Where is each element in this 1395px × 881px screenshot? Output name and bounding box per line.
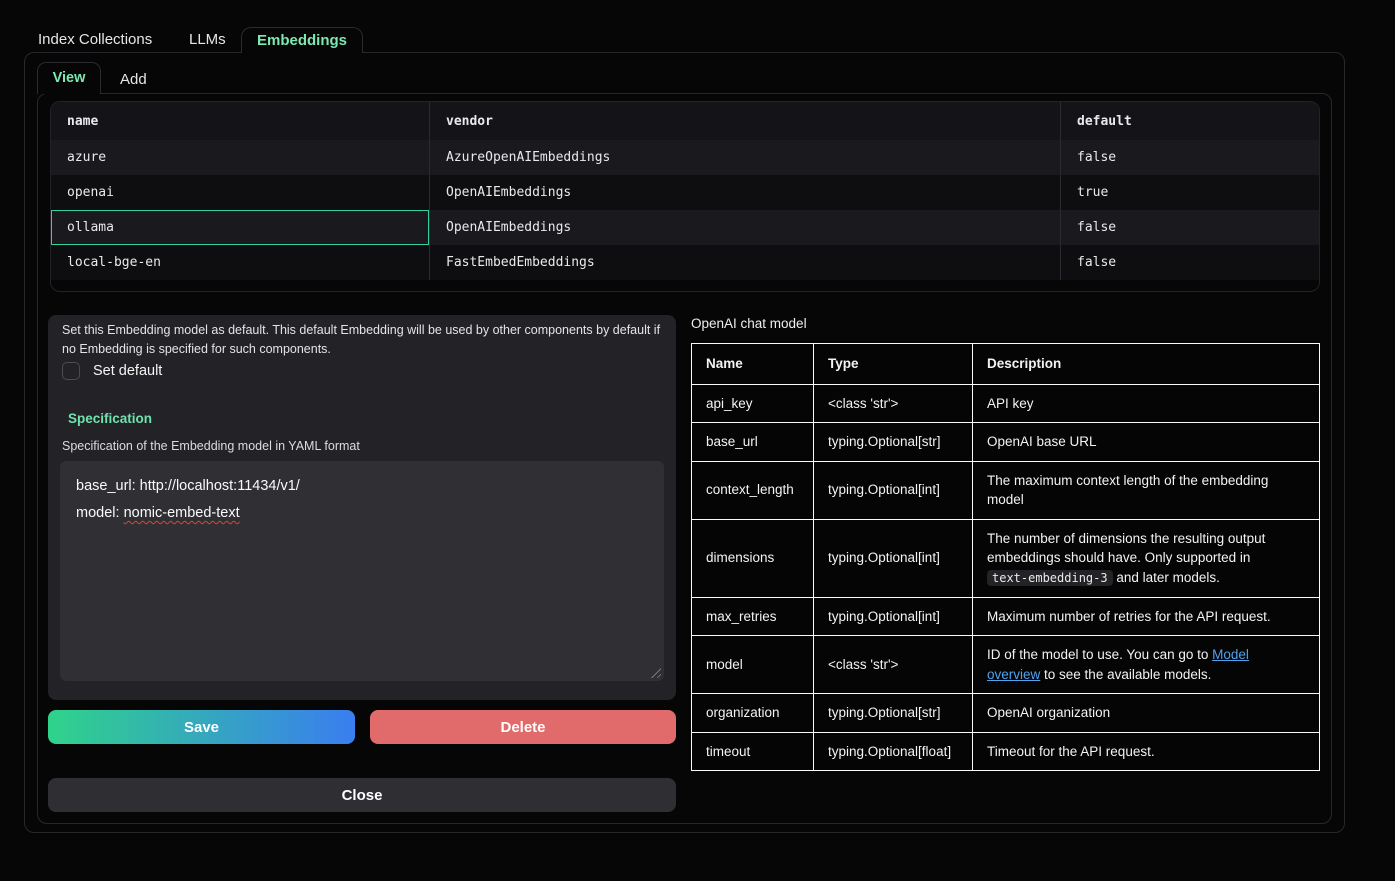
spec-cell-description: API key [973,384,1320,423]
embeddings-cell-name: ollama [51,210,429,245]
tab-llms[interactable]: LLMs [189,31,226,48]
embeddings-header-cell: vendor [429,102,1060,140]
spec-cell-name: base_url [692,423,814,462]
tab-add[interactable]: Add [120,71,147,88]
embeddings-cell-default: false [1060,210,1319,245]
spec-cell-name: organization [692,694,814,733]
description-text: and later models. [1113,570,1220,585]
spec-cell-type: typing.Optional[int] [814,519,973,597]
spec-col-type: Type [814,344,973,385]
save-button[interactable]: Save [48,710,355,744]
tab-embeddings[interactable]: Embeddings [241,27,363,53]
embeddings-cell-name: azure [51,140,429,175]
spec-cell-description: Maximum number of retries for the API re… [973,597,1320,636]
spec-header-row: Name Type Description [692,344,1320,385]
table-row[interactable]: ollamaOpenAIEmbeddingsfalse [51,210,1319,245]
embeddings-cell-name: local-bge-en [51,245,429,280]
spec-cell-description: The number of dimensions the resulting o… [973,519,1320,597]
spec-cell-name: api_key [692,384,814,423]
spec-cell-type: typing.Optional[float] [814,732,973,771]
spec-cell-name: dimensions [692,519,814,597]
embeddings-table: namevendordefaultazureAzureOpenAIEmbeddi… [50,101,1320,292]
description-text: OpenAI base URL [987,434,1097,449]
spec-cell-type: typing.Optional[int] [814,461,973,519]
description-text: API key [987,396,1034,411]
embeddings-cell-default: false [1060,140,1319,175]
description-text: The maximum context length of the embedd… [987,473,1268,508]
spec-row: timeouttyping.Optional[float] Timeout for… [692,732,1320,771]
spec-col-name: Name [692,344,814,385]
spec-cell-type: <class 'str'> [814,384,973,423]
embeddings-table-header-row: namevendordefault [51,102,1319,140]
specification-subtitle: Specification of the Embedding model in … [62,439,360,453]
spec-cell-type: typing.Optional[str] [814,423,973,462]
spec-row: context_lengthtyping.Optional[int] The ma… [692,461,1320,519]
misspelled-word: nomic-embed-text [124,505,240,521]
spec-cell-name: timeout [692,732,814,771]
description-text: to see the available models. [1040,667,1211,682]
description-text: Maximum number of retries for the API re… [987,609,1271,624]
description-text: OpenAI organization [987,705,1110,720]
description-text: ID of the model to use. You can go to [987,647,1212,662]
specification-heading: Specification [68,411,152,426]
spec-cell-type: typing.Optional[int] [814,597,973,636]
close-button[interactable]: Close [48,778,676,812]
spec-row: organizationtyping.Optional[str] OpenAI o… [692,694,1320,733]
embedding-config-panel: Set this Embedding model as default. Thi… [48,315,676,700]
app-window: Index Collections LLMs Embeddings View A… [0,0,1395,881]
spec-table: Name Type Description api_key<class 'str… [691,343,1320,771]
table-row[interactable]: openaiOpenAIEmbeddingstrue [51,175,1319,210]
embeddings-cell-default: false [1060,245,1319,280]
spec-row: api_key<class 'str'> API key [692,384,1320,423]
description-text: The number of dimensions the resulting o… [987,531,1265,566]
embeddings-header-cell: name [51,102,429,140]
spec-row: dimensionstyping.Optional[int] The number… [692,519,1320,597]
inline-code: text-embedding-3 [987,570,1113,586]
spec-row: model<class 'str'>ID of the model to use… [692,636,1320,694]
embeddings-cell-vendor: FastEmbedEmbeddings [429,245,1060,280]
delete-button[interactable]: Delete [370,710,676,744]
spec-cell-name: context_length [692,461,814,519]
spec-row: base_urltyping.Optional[str] OpenAI base … [692,423,1320,462]
embeddings-cell-default: true [1060,175,1319,210]
spec-cell-description: The maximum context length of the embedd… [973,461,1320,519]
embeddings-cell-name: openai [51,175,429,210]
set-default-row: Set default [62,362,162,380]
spec-col-description: Description [973,344,1320,385]
spec-cell-name: max_retries [692,597,814,636]
description-text: Timeout for the API request. [987,744,1155,759]
spec-cell-description: OpenAI base URL [973,423,1320,462]
spec-cell-description: Timeout for the API request. [973,732,1320,771]
embeddings-cell-vendor: OpenAIEmbeddings [429,175,1060,210]
table-row[interactable]: local-bge-enFastEmbedEmbeddingsfalse [51,245,1319,280]
tab-index-collections[interactable]: Index Collections [38,31,152,48]
spec-cell-type: typing.Optional[str] [814,694,973,733]
set-default-checkbox[interactable] [62,362,80,380]
tab-view[interactable]: View [37,62,101,94]
set-default-label: Set default [93,363,162,379]
spec-cell-description: OpenAI organization [973,694,1320,733]
spec-table-head: Name Type Description [692,344,1320,385]
yaml-line-model: model: nomic-embed-text [76,500,648,527]
embeddings-cell-vendor: AzureOpenAIEmbeddings [429,140,1060,175]
embeddings-header-cell: default [1060,102,1319,140]
spec-cell-type: <class 'str'> [814,636,973,694]
spec-cell-name: model [692,636,814,694]
set-default-description: Set this Embedding model as default. Thi… [62,321,664,360]
spec-table-body: api_key<class 'str'>API keybase_urltypin… [692,384,1320,771]
spec-cell-description: ID of the model to use. You can go to Mo… [973,636,1320,694]
spec-table-container: Name Type Description api_key<class 'str… [691,343,1320,771]
spec-table-title: OpenAI chat model [691,316,807,331]
textarea-resize-handle[interactable] [651,668,661,678]
table-row[interactable]: azureAzureOpenAIEmbeddingsfalse [51,140,1319,175]
yaml-line-base-url: base_url: http://localhost:11434/v1/ [76,473,648,500]
embeddings-cell-vendor: OpenAIEmbeddings [429,210,1060,245]
yaml-spec-textarea[interactable]: base_url: http://localhost:11434/v1/ mod… [60,461,664,681]
spec-row: max_retriestyping.Optional[int] Maximum n… [692,597,1320,636]
